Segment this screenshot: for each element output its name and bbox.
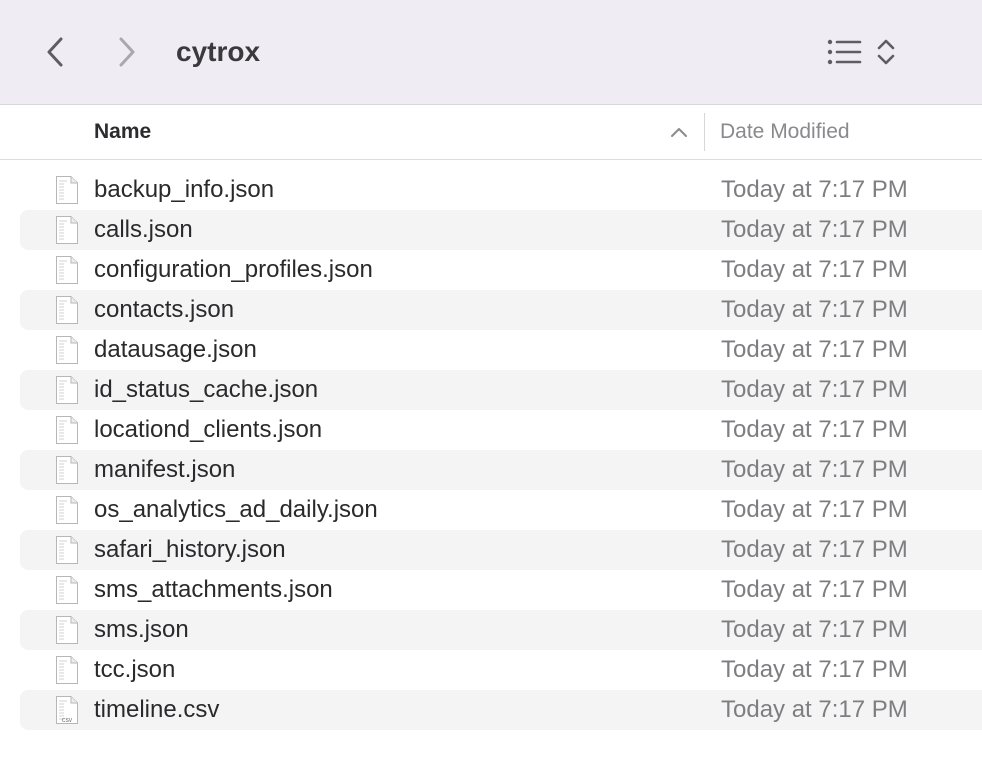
file-date-modified: Today at 7:17 PM [721, 216, 908, 243]
sort-ascending-icon[interactable] [668, 121, 690, 143]
file-icon-badge: CSV [62, 718, 73, 724]
file-row[interactable]: calls.json Today at 7:17 PM [20, 210, 982, 250]
file-name: sms.json [94, 616, 189, 643]
json-file-icon [56, 656, 78, 684]
file-row[interactable]: backup_info.json Today at 7:17 PM [20, 170, 982, 210]
file-row[interactable]: datausage.json Today at 7:17 PM [20, 330, 982, 370]
file-date-modified: Today at 7:17 PM [721, 536, 908, 563]
file-row[interactable]: sms_attachments.json Today at 7:17 PM [20, 570, 982, 610]
file-date-modified: Today at 7:17 PM [721, 296, 908, 323]
chevron-right-icon [119, 37, 135, 67]
forward-button[interactable] [104, 30, 148, 74]
json-file-icon [56, 216, 78, 244]
file-date-modified: Today at 7:17 PM [721, 496, 908, 523]
json-file-icon [56, 336, 78, 364]
file-date-modified: Today at 7:17 PM [721, 656, 908, 683]
file-name: locationd_clients.json [94, 416, 323, 443]
file-date-modified: Today at 7:17 PM [721, 696, 908, 723]
json-file-icon [56, 296, 78, 324]
file-row[interactable]: CSV timeline.csv Today at 7:17 PM [20, 690, 982, 730]
column-header: Name Date Modified [0, 105, 982, 160]
file-name: os_analytics_ad_daily.json [94, 496, 378, 523]
file-row[interactable]: locationd_clients.json Today at 7:17 PM [20, 410, 982, 450]
list-view-icon [827, 39, 862, 65]
json-file-icon [56, 616, 78, 644]
toolbar: cytrox [0, 0, 982, 105]
file-date-modified: Today at 7:17 PM [721, 376, 908, 403]
file-name: configuration_profiles.json [94, 256, 373, 283]
file-row[interactable]: configuration_profiles.json Today at 7:17… [20, 250, 982, 290]
file-date-modified: Today at 7:17 PM [721, 176, 908, 203]
file-row[interactable]: os_analytics_ad_daily.json Today at 7:17 … [20, 490, 982, 530]
file-name: backup_info.json [94, 176, 275, 203]
file-row[interactable]: contacts.json Today at 7:17 PM [20, 290, 982, 330]
json-file-icon [56, 256, 78, 284]
file-date-modified: Today at 7:17 PM [721, 576, 908, 603]
json-file-icon [56, 576, 78, 604]
file-name: calls.json [94, 216, 193, 243]
file-name: sms_attachments.json [94, 576, 333, 603]
file-name: id_status_cache.json [94, 376, 319, 403]
date-modified-column-header[interactable]: Date Modified [720, 119, 850, 145]
name-column-header[interactable]: Name [94, 119, 151, 145]
file-name: tcc.json [94, 656, 176, 683]
file-list: backup_info.json Today at 7:17 PM calls.js… [0, 170, 982, 730]
file-date-modified: Today at 7:17 PM [721, 616, 908, 643]
file-date-modified: Today at 7:17 PM [721, 456, 908, 483]
view-options-button[interactable] [824, 36, 864, 68]
up-down-chevron-icon [877, 39, 895, 65]
file-name: datausage.json [94, 336, 257, 363]
chevron-left-icon [47, 37, 63, 67]
file-name: contacts.json [94, 296, 235, 323]
back-button[interactable] [34, 30, 78, 74]
file-row[interactable]: tcc.json Today at 7:17 PM [20, 650, 982, 690]
view-mode-dropdown[interactable] [872, 34, 900, 70]
json-file-icon [56, 456, 78, 484]
file-date-modified: Today at 7:17 PM [721, 336, 908, 363]
json-file-icon [56, 416, 78, 444]
file-name: manifest.json [94, 456, 236, 483]
json-file-icon [56, 176, 78, 204]
file-name: timeline.csv [94, 696, 220, 723]
csv-file-icon: CSV [56, 696, 78, 724]
finder-window: cytrox Name Date Modified backup_info.js… [0, 0, 982, 762]
folder-title: cytrox [176, 36, 261, 67]
file-row[interactable]: safari_history.json Today at 7:17 PM [20, 530, 982, 570]
file-row[interactable]: id_status_cache.json Today at 7:17 PM [20, 370, 982, 410]
file-date-modified: Today at 7:17 PM [721, 256, 908, 283]
column-divider[interactable] [704, 113, 705, 151]
file-row[interactable]: sms.json Today at 7:17 PM [20, 610, 982, 650]
file-date-modified: Today at 7:17 PM [721, 416, 908, 443]
json-file-icon [56, 536, 78, 564]
json-file-icon [56, 496, 78, 524]
file-name: safari_history.json [94, 536, 286, 563]
file-row[interactable]: manifest.json Today at 7:17 PM [20, 450, 982, 490]
json-file-icon [56, 376, 78, 404]
